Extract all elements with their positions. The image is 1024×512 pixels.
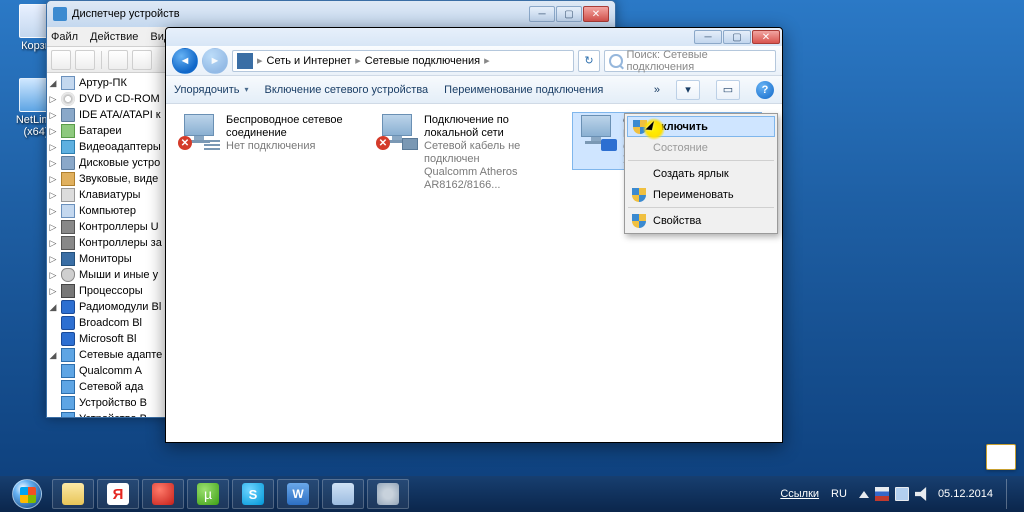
toolbar-refresh-icon[interactable] <box>108 50 128 70</box>
show-desktop-button[interactable] <box>1006 479 1018 509</box>
tray-overflow-icon[interactable] <box>859 491 869 498</box>
clock[interactable]: 05.12.2014 <box>938 488 993 500</box>
connection-device: Qualcomm Atheros AR8162/8166... <box>424 166 562 192</box>
connection-status: Сетевой кабель не подключен <box>424 140 562 166</box>
bluetooth-icon <box>575 115 617 151</box>
explorer-titlebar[interactable]: ─ ▢ ✕ <box>166 28 782 46</box>
devmgr-title: Диспетчер устройств <box>72 8 180 20</box>
refresh-button[interactable]: ↻ <box>578 50 600 72</box>
toolbar-back-icon[interactable] <box>51 50 71 70</box>
crumb-network[interactable]: Сеть и Интернет <box>267 55 352 67</box>
close-button[interactable]: ✕ <box>583 6 609 22</box>
uac-shield-icon <box>632 214 646 228</box>
app-yandex[interactable] <box>97 479 139 509</box>
app-utorrent[interactable] <box>187 479 229 509</box>
organize-button[interactable]: Упорядочить <box>174 84 248 96</box>
ctx-enable[interactable]: Включить <box>627 116 775 137</box>
preview-pane-button[interactable]: ▭ <box>716 80 740 100</box>
search-icon <box>609 54 623 68</box>
uac-shield-icon <box>633 120 647 134</box>
minimize-button[interactable]: ─ <box>694 30 722 44</box>
connection-title: Подключение по локальной сети <box>424 114 562 140</box>
menu-action[interactable]: Действие <box>90 31 138 43</box>
volume-icon[interactable] <box>915 487 929 501</box>
wireless-icon: ✕ <box>178 114 220 150</box>
minimize-button[interactable]: ─ <box>529 6 555 22</box>
system-tray: Ссылки RU 05.12.2014 <box>780 479 1018 509</box>
separator <box>101 51 102 69</box>
action-center-icon[interactable] <box>875 487 889 501</box>
maximize-button[interactable]: ▢ <box>723 30 751 44</box>
back-button[interactable]: ◄ <box>172 48 198 74</box>
crumb-connections[interactable]: Сетевые подключения <box>365 55 480 67</box>
app-notepad[interactable] <box>322 479 364 509</box>
toolbar-properties-icon[interactable] <box>132 50 152 70</box>
uac-shield-icon <box>632 188 646 202</box>
command-bar: Упорядочить Включение сетевого устройств… <box>166 76 782 104</box>
app-word[interactable] <box>277 479 319 509</box>
maximize-button[interactable]: ▢ <box>556 6 582 22</box>
app-opera[interactable] <box>142 479 184 509</box>
separator <box>628 160 774 161</box>
enable-device-button[interactable]: Включение сетевого устройства <box>264 84 428 96</box>
separator <box>628 207 774 208</box>
network-tray-icon[interactable] <box>895 487 909 501</box>
view-options-button[interactable]: ▾ <box>676 80 700 100</box>
taskbar-apps <box>52 479 409 509</box>
overflow-chevron-icon[interactable]: » <box>654 84 660 96</box>
toolbar-forward-icon[interactable] <box>75 50 95 70</box>
app-skype[interactable] <box>232 479 274 509</box>
ctx-create-shortcut[interactable]: Создать ярлык <box>627 163 775 184</box>
taskbar: Ссылки RU 05.12.2014 <box>0 476 1024 512</box>
connection-wireless[interactable]: ✕ Беспроводное сетевое соединение Нет по… <box>176 112 366 155</box>
ctx-rename[interactable]: Переименовать <box>627 184 775 205</box>
language-indicator[interactable]: RU <box>828 487 850 501</box>
explorer-nav-row: ◄ ► ▸ Сеть и Интернет ▸ Сетевые подключе… <box>166 46 782 76</box>
address-bar[interactable]: ▸ Сеть и Интернет ▸ Сетевые подключения … <box>232 50 574 72</box>
connection-status: Нет подключения <box>226 140 364 153</box>
menu-file[interactable]: Файл <box>51 31 78 43</box>
network-connections-window[interactable]: ─ ▢ ✕ ◄ ► ▸ Сеть и Интернет ▸ Сетевые по… <box>165 27 783 443</box>
ctx-properties[interactable]: Свойства <box>627 210 775 231</box>
network-icon <box>237 53 253 69</box>
forward-button[interactable]: ► <box>202 48 228 74</box>
date: 05.12.2014 <box>938 488 993 500</box>
ctx-status: Состояние <box>627 137 775 158</box>
app-explorer[interactable] <box>52 479 94 509</box>
lan-icon: ✕ <box>376 114 418 150</box>
close-button[interactable]: ✕ <box>752 30 780 44</box>
app-settings[interactable] <box>367 479 409 509</box>
search-box[interactable]: Поиск: Сетевые подключения <box>604 50 776 72</box>
context-menu: Включить Состояние Создать ярлык Переиме… <box>624 113 778 234</box>
start-button[interactable] <box>6 478 48 510</box>
help-button[interactable]: ? <box>756 81 774 99</box>
connection-title: Беспроводное сетевое соединение <box>226 114 364 140</box>
search-placeholder: Поиск: Сетевые подключения <box>627 49 771 73</box>
devmgr-icon <box>53 7 67 21</box>
links-toolbar[interactable]: Ссылки <box>780 488 819 500</box>
devmgr-titlebar[interactable]: Диспетчер устройств ─ ▢ ✕ <box>47 1 615 27</box>
notification-popup[interactable] <box>986 444 1016 470</box>
connection-lan[interactable]: ✕ Подключение по локальной сети Сетевой … <box>374 112 564 194</box>
windows-orb-icon <box>12 479 42 509</box>
rename-connection-button[interactable]: Переименование подключения <box>444 84 603 96</box>
